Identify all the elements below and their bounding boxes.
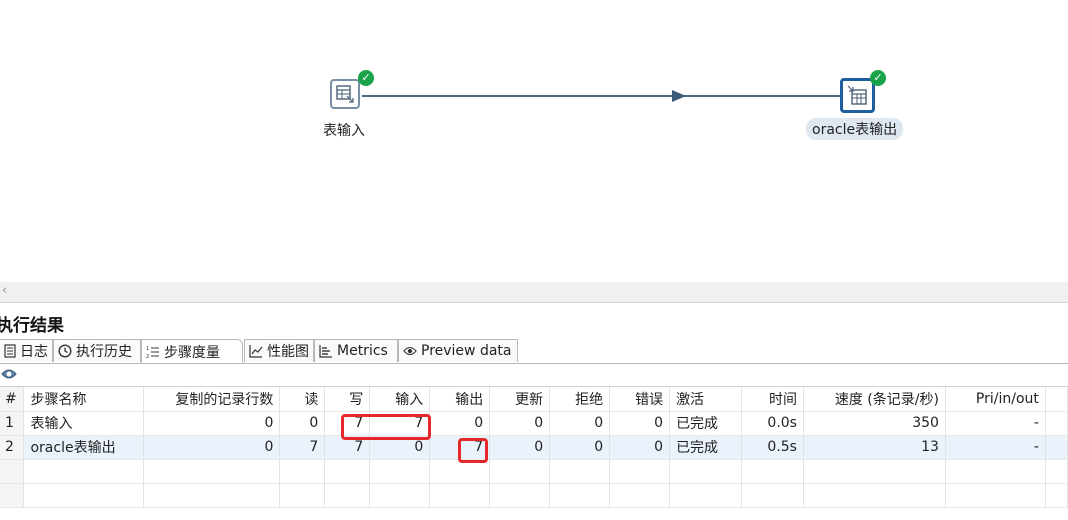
cell-copied-rows: 0 bbox=[143, 411, 281, 436]
column-header[interactable]: 拒绝 bbox=[549, 387, 611, 412]
cell-filler bbox=[1045, 435, 1068, 460]
highlight-box bbox=[458, 438, 488, 463]
log-icon bbox=[3, 344, 16, 358]
row-index: 1 bbox=[0, 411, 25, 436]
cell-speed: 350 bbox=[803, 411, 946, 436]
column-header[interactable]: 读 bbox=[279, 387, 326, 412]
cell-pri-in-out: - bbox=[945, 411, 1046, 436]
cell-time: 0.5s bbox=[741, 435, 804, 460]
hop-line[interactable] bbox=[362, 95, 840, 97]
column-header[interactable]: 更新 bbox=[489, 387, 551, 412]
column-filler bbox=[1045, 387, 1068, 412]
hop-arrow-icon bbox=[672, 90, 686, 102]
cell-read: 0 bbox=[279, 411, 326, 436]
tab-label: 日志 bbox=[20, 344, 48, 360]
result-tabs: 日志 执行历史 12 步骤度量 性能图 Metrics Preview data bbox=[0, 339, 1068, 364]
svg-text:1: 1 bbox=[146, 346, 149, 352]
column-header[interactable]: 复制的记录行数 bbox=[143, 387, 281, 412]
step-label-oracle-output: oracle表输出 bbox=[806, 118, 904, 140]
row-index: 2 bbox=[0, 435, 25, 460]
step-metrics-table: # 步骤名称 复制的记录行数 读 写 输入 输出 更新 拒绝 错误 激活 时间 … bbox=[0, 387, 1068, 508]
show-active-eye-icon[interactable] bbox=[1, 368, 17, 384]
column-header[interactable]: Pri/in/out bbox=[945, 387, 1046, 412]
metrics-toolbar bbox=[0, 364, 1068, 387]
cell-step-name: 表输入 bbox=[23, 411, 145, 436]
tab-step-metrics[interactable]: 12 步骤度量 bbox=[141, 339, 243, 363]
tab-label: 性能图 bbox=[267, 344, 309, 360]
tab-label: 步骤度量 bbox=[164, 344, 220, 361]
chart-icon bbox=[249, 344, 263, 358]
tab-label: Preview data bbox=[421, 343, 512, 359]
cell-filler bbox=[1045, 411, 1068, 436]
success-check-icon: ✓ bbox=[358, 70, 374, 86]
tab-metrics[interactable]: Metrics bbox=[314, 339, 398, 362]
cell-pri-in-out: - bbox=[945, 435, 1046, 460]
empty-row bbox=[0, 483, 1068, 508]
cell-active: 已完成 bbox=[669, 411, 743, 436]
metrics-icon bbox=[319, 344, 333, 358]
history-icon bbox=[58, 344, 72, 358]
tab-performance-chart[interactable]: 性能图 bbox=[244, 339, 314, 362]
step-oracle-output[interactable] bbox=[840, 78, 875, 113]
panel-splitter[interactable]: ‹ bbox=[0, 282, 1068, 303]
column-header[interactable]: 写 bbox=[324, 387, 371, 412]
column-header[interactable]: 速度 (条记录/秒) bbox=[803, 387, 946, 412]
cell-errors: 0 bbox=[609, 411, 671, 436]
cell-errors: 0 bbox=[609, 435, 671, 460]
success-check-icon: ✓ bbox=[870, 70, 886, 86]
cell-updated: 0 bbox=[489, 435, 551, 460]
transformation-canvas[interactable]: ✓ 表输入 ✓ oracle表输出 bbox=[0, 0, 1068, 282]
column-header[interactable]: 时间 bbox=[741, 387, 804, 412]
cell-active: 已完成 bbox=[669, 435, 743, 460]
table-output-icon bbox=[847, 85, 867, 105]
collapse-chevron-icon[interactable]: ‹ bbox=[2, 283, 7, 298]
table-row[interactable]: 2 oracle表输出 0 7 7 0 7 0 0 0 已完成 0.5s 13 … bbox=[0, 435, 1068, 460]
column-header[interactable]: 输入 bbox=[369, 387, 431, 412]
cell-time: 0.0s bbox=[741, 411, 804, 436]
cell-rejected: 0 bbox=[549, 435, 611, 460]
column-header[interactable]: 输出 bbox=[429, 387, 491, 412]
highlight-box bbox=[341, 414, 431, 440]
tab-history[interactable]: 执行历史 bbox=[53, 339, 141, 362]
table-input-icon bbox=[336, 85, 354, 103]
column-header[interactable]: 错误 bbox=[609, 387, 671, 412]
cell-rejected: 0 bbox=[549, 411, 611, 436]
eye-icon bbox=[403, 344, 417, 358]
column-header[interactable]: 激活 bbox=[669, 387, 743, 412]
column-header[interactable]: # bbox=[0, 387, 25, 412]
cell-copied-rows: 0 bbox=[143, 435, 281, 460]
cell-step-name: oracle表输出 bbox=[23, 435, 145, 460]
step-table-input[interactable] bbox=[330, 79, 360, 109]
tab-label: 执行历史 bbox=[76, 344, 132, 360]
svg-text:2: 2 bbox=[146, 354, 149, 359]
tab-preview-data[interactable]: Preview data bbox=[398, 339, 518, 362]
tab-log[interactable]: 日志 bbox=[0, 339, 53, 362]
cell-read: 7 bbox=[279, 435, 326, 460]
panel-title: 执行结果 bbox=[0, 316, 64, 336]
cell-updated: 0 bbox=[489, 411, 551, 436]
step-label-table-input: 表输入 bbox=[323, 123, 365, 139]
cell-speed: 13 bbox=[803, 435, 946, 460]
metrics-list-icon: 12 bbox=[146, 345, 160, 359]
column-header[interactable]: 步骤名称 bbox=[23, 387, 145, 412]
tab-label: Metrics bbox=[337, 343, 388, 359]
table-header-row: # 步骤名称 复制的记录行数 读 写 输入 输出 更新 拒绝 错误 激活 时间 … bbox=[0, 387, 1068, 412]
table-row[interactable]: 1 表输入 0 0 7 7 0 0 0 0 已完成 0.0s 350 - bbox=[0, 411, 1068, 436]
cell-output: 0 bbox=[429, 411, 491, 436]
empty-row bbox=[0, 459, 1068, 484]
